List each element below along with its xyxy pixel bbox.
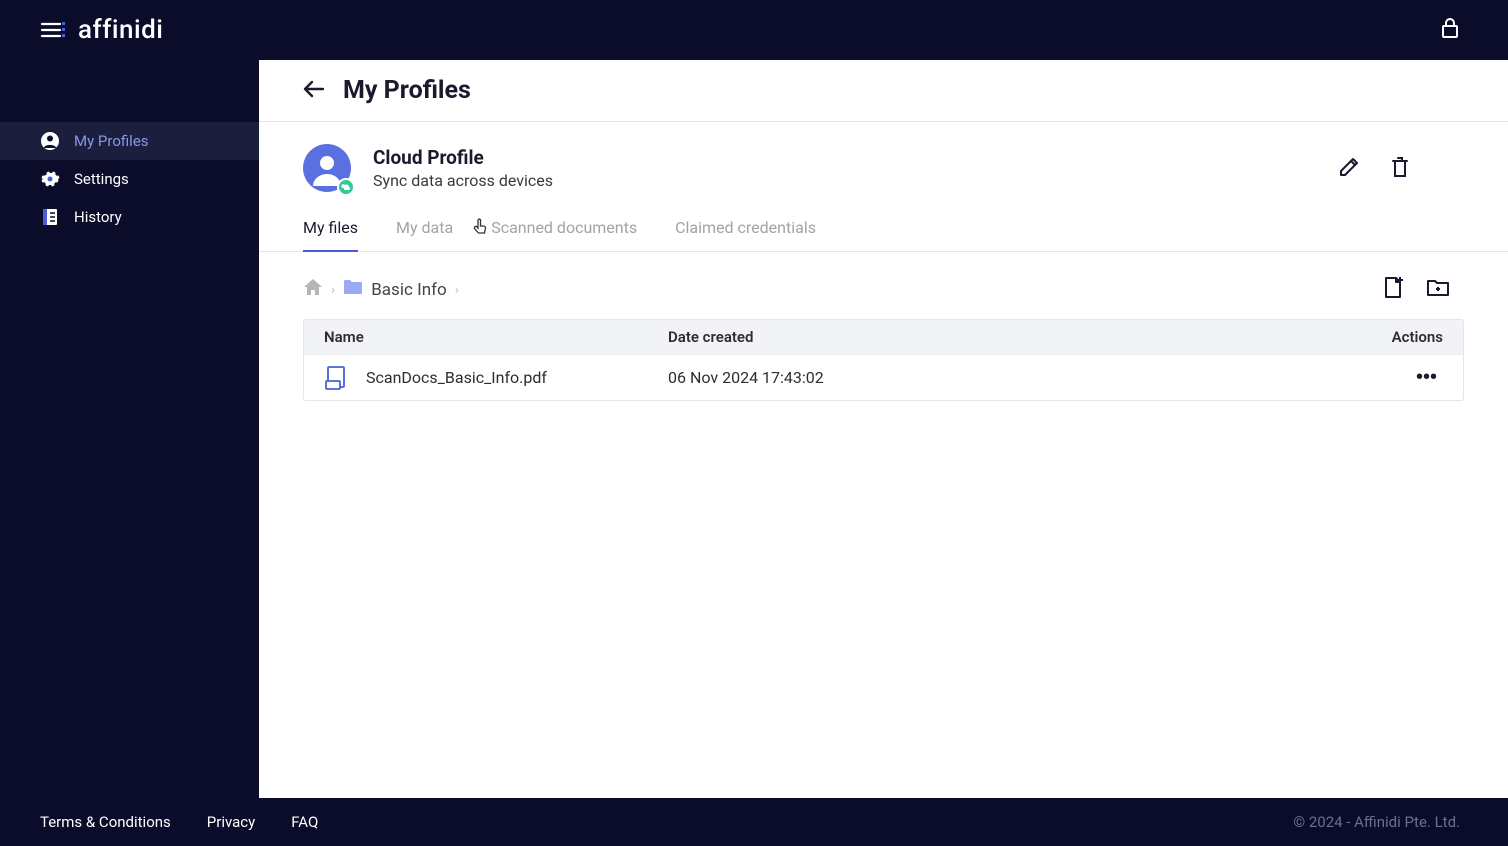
sidebar-item-settings[interactable]: Settings xyxy=(0,160,259,198)
sidebar-item-label: Settings xyxy=(74,170,129,188)
folder-icon xyxy=(343,279,363,300)
tabs: My files My data Scanned documents Claim… xyxy=(259,192,1508,252)
tab-scanned-documents[interactable]: Scanned documents xyxy=(491,218,637,251)
footer-copyright: © 2024 - Affinidi Pte. Ltd. xyxy=(1293,813,1460,831)
sidebar-item-my-profiles[interactable]: My Profiles xyxy=(0,122,259,160)
tab-label: Scanned documents xyxy=(491,218,637,237)
cloud-sync-badge-icon xyxy=(337,178,355,196)
file-icon xyxy=(324,365,350,391)
footer-link-faq[interactable]: FAQ xyxy=(291,813,318,831)
brand-name: affinidi xyxy=(78,15,163,45)
new-file-icon xyxy=(1382,288,1404,303)
breadcrumb-row: › Basic Info › xyxy=(259,252,1508,319)
new-file-button[interactable] xyxy=(1380,274,1406,305)
gear-icon xyxy=(40,169,60,189)
row-actions-button[interactable]: ••• xyxy=(1410,362,1443,393)
file-date: 06 Nov 2024 17:43:02 xyxy=(668,368,1363,387)
table-header: Name Date created Actions xyxy=(304,320,1463,354)
back-arrow-icon[interactable] xyxy=(303,80,325,102)
page-header: My Profiles xyxy=(259,60,1508,122)
topbar: affinidi xyxy=(0,0,1508,60)
delete-profile-button[interactable] xyxy=(1386,152,1414,185)
brand-logo[interactable]: affinidi xyxy=(40,15,163,45)
avatar xyxy=(303,144,351,192)
footer-link-privacy[interactable]: Privacy xyxy=(207,813,255,831)
breadcrumb: › Basic Info › xyxy=(303,278,459,301)
profile-subtitle: Sync data across devices xyxy=(373,171,1334,190)
column-header-date[interactable]: Date created xyxy=(668,328,1363,346)
breadcrumb-current[interactable]: Basic Info xyxy=(371,280,446,300)
breadcrumb-home-icon[interactable] xyxy=(303,278,323,301)
brand-logo-icon xyxy=(40,18,68,42)
trash-icon xyxy=(1390,166,1410,181)
lock-icon[interactable] xyxy=(1440,17,1460,43)
tab-label: Claimed credentials xyxy=(675,218,816,237)
tab-claimed-credentials[interactable]: Claimed credentials xyxy=(675,218,816,251)
tab-my-data[interactable]: My data xyxy=(396,218,453,251)
profile-title: Cloud Profile xyxy=(373,146,1334,169)
column-header-actions: Actions xyxy=(1363,328,1443,346)
main-content: My Profiles Cloud Profile Sync data acro… xyxy=(259,60,1508,798)
sidebar-item-label: My Profiles xyxy=(74,132,149,150)
footer: Terms & Conditions Privacy FAQ © 2024 - … xyxy=(0,798,1508,846)
profile-icon xyxy=(40,131,60,151)
cursor-pointer-icon xyxy=(473,218,489,240)
profile-summary: Cloud Profile Sync data across devices xyxy=(259,122,1508,192)
pencil-icon xyxy=(1338,166,1360,181)
footer-link-terms[interactable]: Terms & Conditions xyxy=(40,813,171,831)
chevron-right-icon: › xyxy=(455,282,459,298)
more-horizontal-icon: ••• xyxy=(1416,366,1437,388)
sidebar-item-history[interactable]: History xyxy=(0,198,259,236)
table-row[interactable]: ScanDocs_Basic_Info.pdf 06 Nov 2024 17:4… xyxy=(304,354,1463,400)
tab-label: My data xyxy=(396,218,453,237)
edit-profile-button[interactable] xyxy=(1334,152,1364,185)
tab-label: My files xyxy=(303,218,358,237)
new-folder-icon xyxy=(1426,286,1450,301)
chevron-right-icon: › xyxy=(331,282,335,298)
new-folder-button[interactable] xyxy=(1424,274,1452,305)
sidebar-item-label: History xyxy=(74,208,122,226)
tab-my-files[interactable]: My files xyxy=(303,218,358,251)
file-name: ScanDocs_Basic_Info.pdf xyxy=(366,368,547,387)
sidebar: My Profiles Settings Histor xyxy=(0,60,259,798)
history-icon xyxy=(40,207,60,227)
file-table: Name Date created Actions ScanDocs_Basic… xyxy=(303,319,1464,401)
page-title: My Profiles xyxy=(343,76,471,105)
column-header-name[interactable]: Name xyxy=(324,328,668,346)
